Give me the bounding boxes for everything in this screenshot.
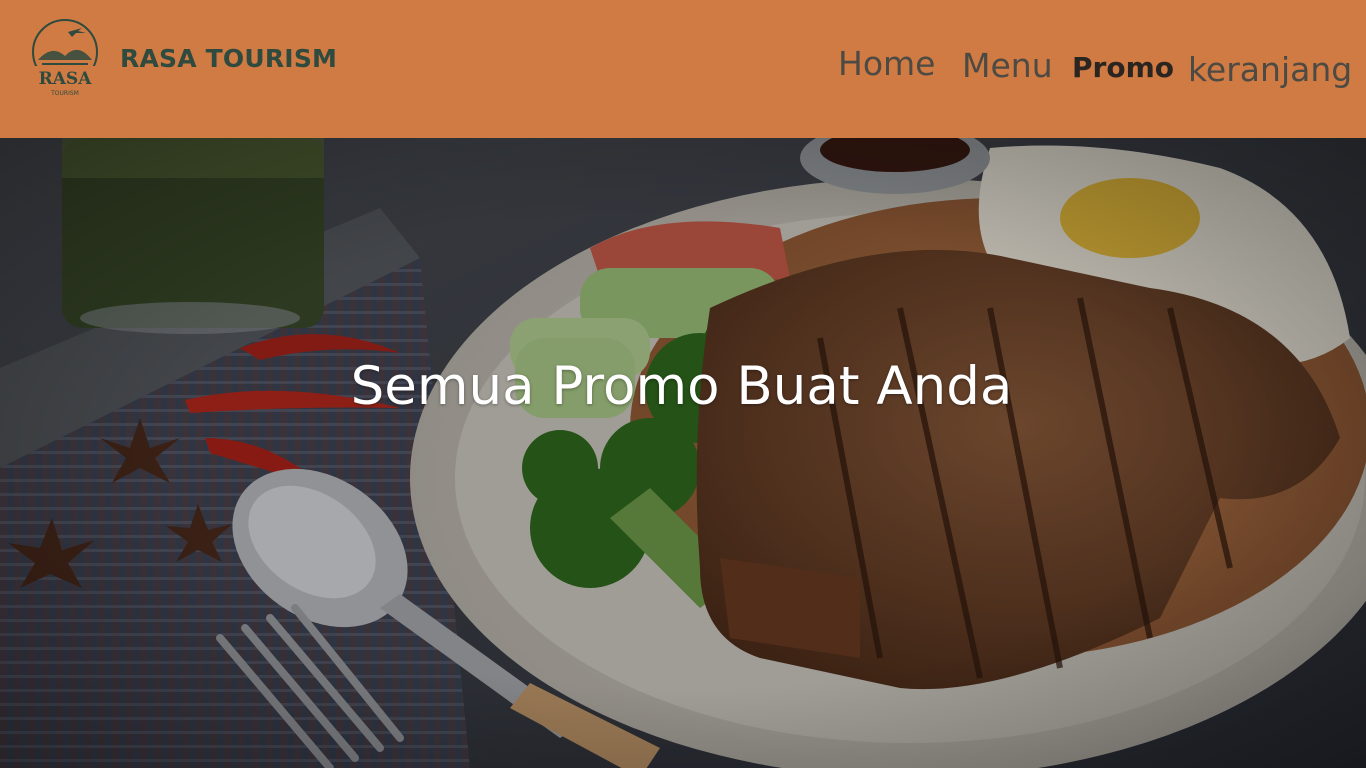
- nav-home-link[interactable]: Home: [838, 44, 935, 83]
- logo-text: RASA: [39, 69, 93, 89]
- nav-menu-link[interactable]: Menu: [962, 46, 1053, 85]
- hero-banner: Semua Promo Buat Anda: [0, 138, 1366, 768]
- brand[interactable]: RASA TOURISM RASA TOURISM: [22, 14, 337, 100]
- nav-promo-link[interactable]: Promo: [1072, 51, 1174, 84]
- site-header: RASA TOURISM RASA TOURISM Home Menu Prom…: [0, 0, 1366, 138]
- hero-food-image: [0, 138, 1366, 768]
- nav-cart-link[interactable]: keranjang: [1188, 50, 1352, 89]
- logo-subtext: TOURISM: [50, 90, 79, 97]
- hero-title-text: Semua Promo Buat Anda: [350, 356, 1013, 417]
- rasa-tourism-logo[interactable]: RASA TOURISM: [22, 14, 108, 100]
- brand-name: RASA TOURISM: [120, 44, 338, 73]
- hero-title: Semua Promo Buat Anda: [0, 356, 1366, 417]
